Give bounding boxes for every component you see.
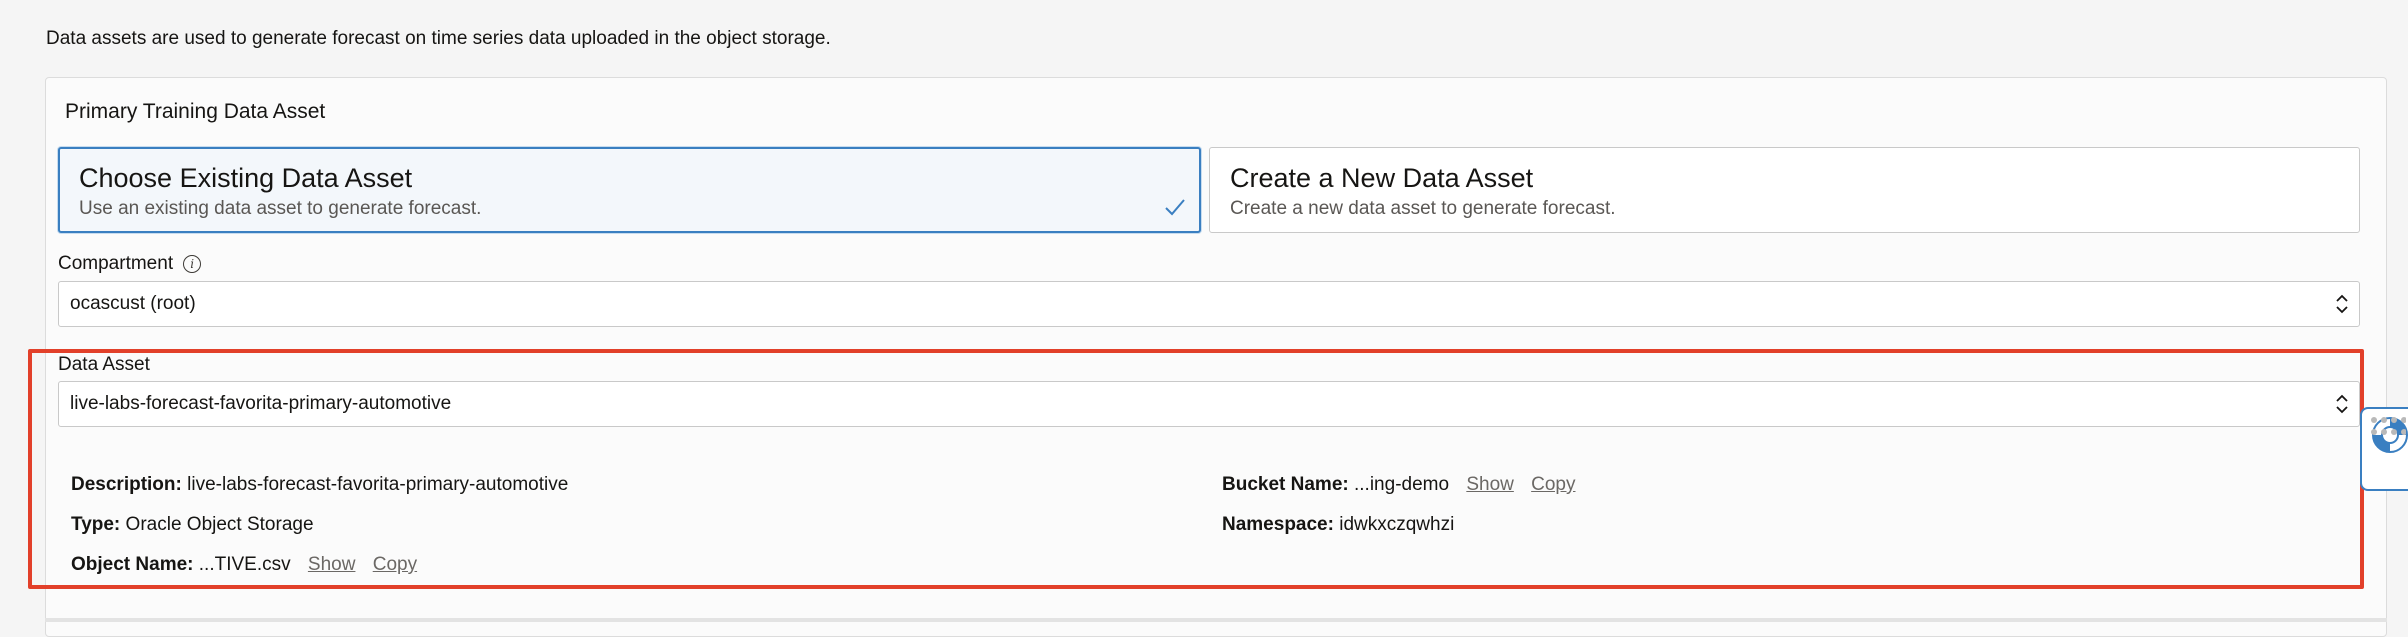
namespace-label: Namespace: (1222, 514, 1334, 535)
help-widget[interactable] (2360, 407, 2408, 491)
object-name-copy-link[interactable]: Copy (373, 554, 417, 575)
create-new-card[interactable]: Create a New Data Asset Create a new dat… (1209, 147, 2360, 233)
namespace-detail: Namespace: idwkxczqwhzi (1222, 514, 1454, 536)
card-title: Choose Existing Data Asset (79, 163, 413, 193)
intro-text: Data assets are used to generate forecas… (46, 28, 831, 49)
object-name-show-link[interactable]: Show (308, 554, 356, 575)
bucket-name-label: Bucket Name: (1222, 474, 1349, 495)
card-title: Create a New Data Asset (1230, 163, 1534, 193)
bucket-name-show-link[interactable]: Show (1466, 474, 1514, 495)
data-asset-label: Data Asset (58, 354, 150, 376)
description-value: live-labs-forecast-favorita-primary-auto… (187, 474, 569, 495)
type-detail: Type: Oracle Object Storage (71, 514, 314, 536)
object-name-value: ...TIVE.csv (198, 554, 291, 575)
type-value: Oracle Object Storage (125, 514, 314, 535)
object-name-label: Object Name: (71, 554, 194, 575)
bucket-name-copy-link[interactable]: Copy (1531, 474, 1575, 495)
card-description: Create a new data asset to generate fore… (1230, 198, 1616, 219)
data-asset-select[interactable]: live-labs-forecast-favorita-primary-auto… (58, 381, 2360, 427)
compartment-label: Compartment i (58, 253, 202, 275)
panel-title: Primary Training Data Asset (65, 100, 326, 123)
namespace-value: idwkxczqwhzi (1339, 514, 1455, 535)
description-label: Description: (71, 474, 182, 495)
select-arrows-icon (2336, 394, 2348, 414)
type-label: Type: (71, 514, 121, 535)
checkmark-icon (1165, 199, 1185, 216)
select-arrows-icon (2336, 294, 2348, 314)
compartment-label-text: Compartment (58, 253, 174, 274)
grip-icon[interactable] (2370, 415, 2406, 437)
object-name-detail: Object Name: ...TIVE.csv Show Copy (71, 554, 417, 576)
choose-existing-card[interactable]: Choose Existing Data Asset Use an existi… (58, 147, 1201, 233)
data-asset-label-text: Data Asset (58, 354, 150, 375)
bucket-name-detail: Bucket Name: ...ing-demo Show Copy (1222, 474, 1576, 496)
bucket-name-value: ...ing-demo (1354, 474, 1450, 495)
description-detail: Description: live-labs-forecast-favorita… (71, 474, 568, 496)
card-description: Use an existing data asset to generate f… (79, 198, 482, 219)
data-asset-value: live-labs-forecast-favorita-primary-auto… (70, 393, 452, 414)
compartment-select[interactable]: ocascust (root) (58, 281, 2360, 327)
info-icon[interactable]: i (183, 255, 202, 273)
compartment-value: ocascust (root) (70, 293, 196, 314)
bottom-divider (45, 618, 2387, 622)
